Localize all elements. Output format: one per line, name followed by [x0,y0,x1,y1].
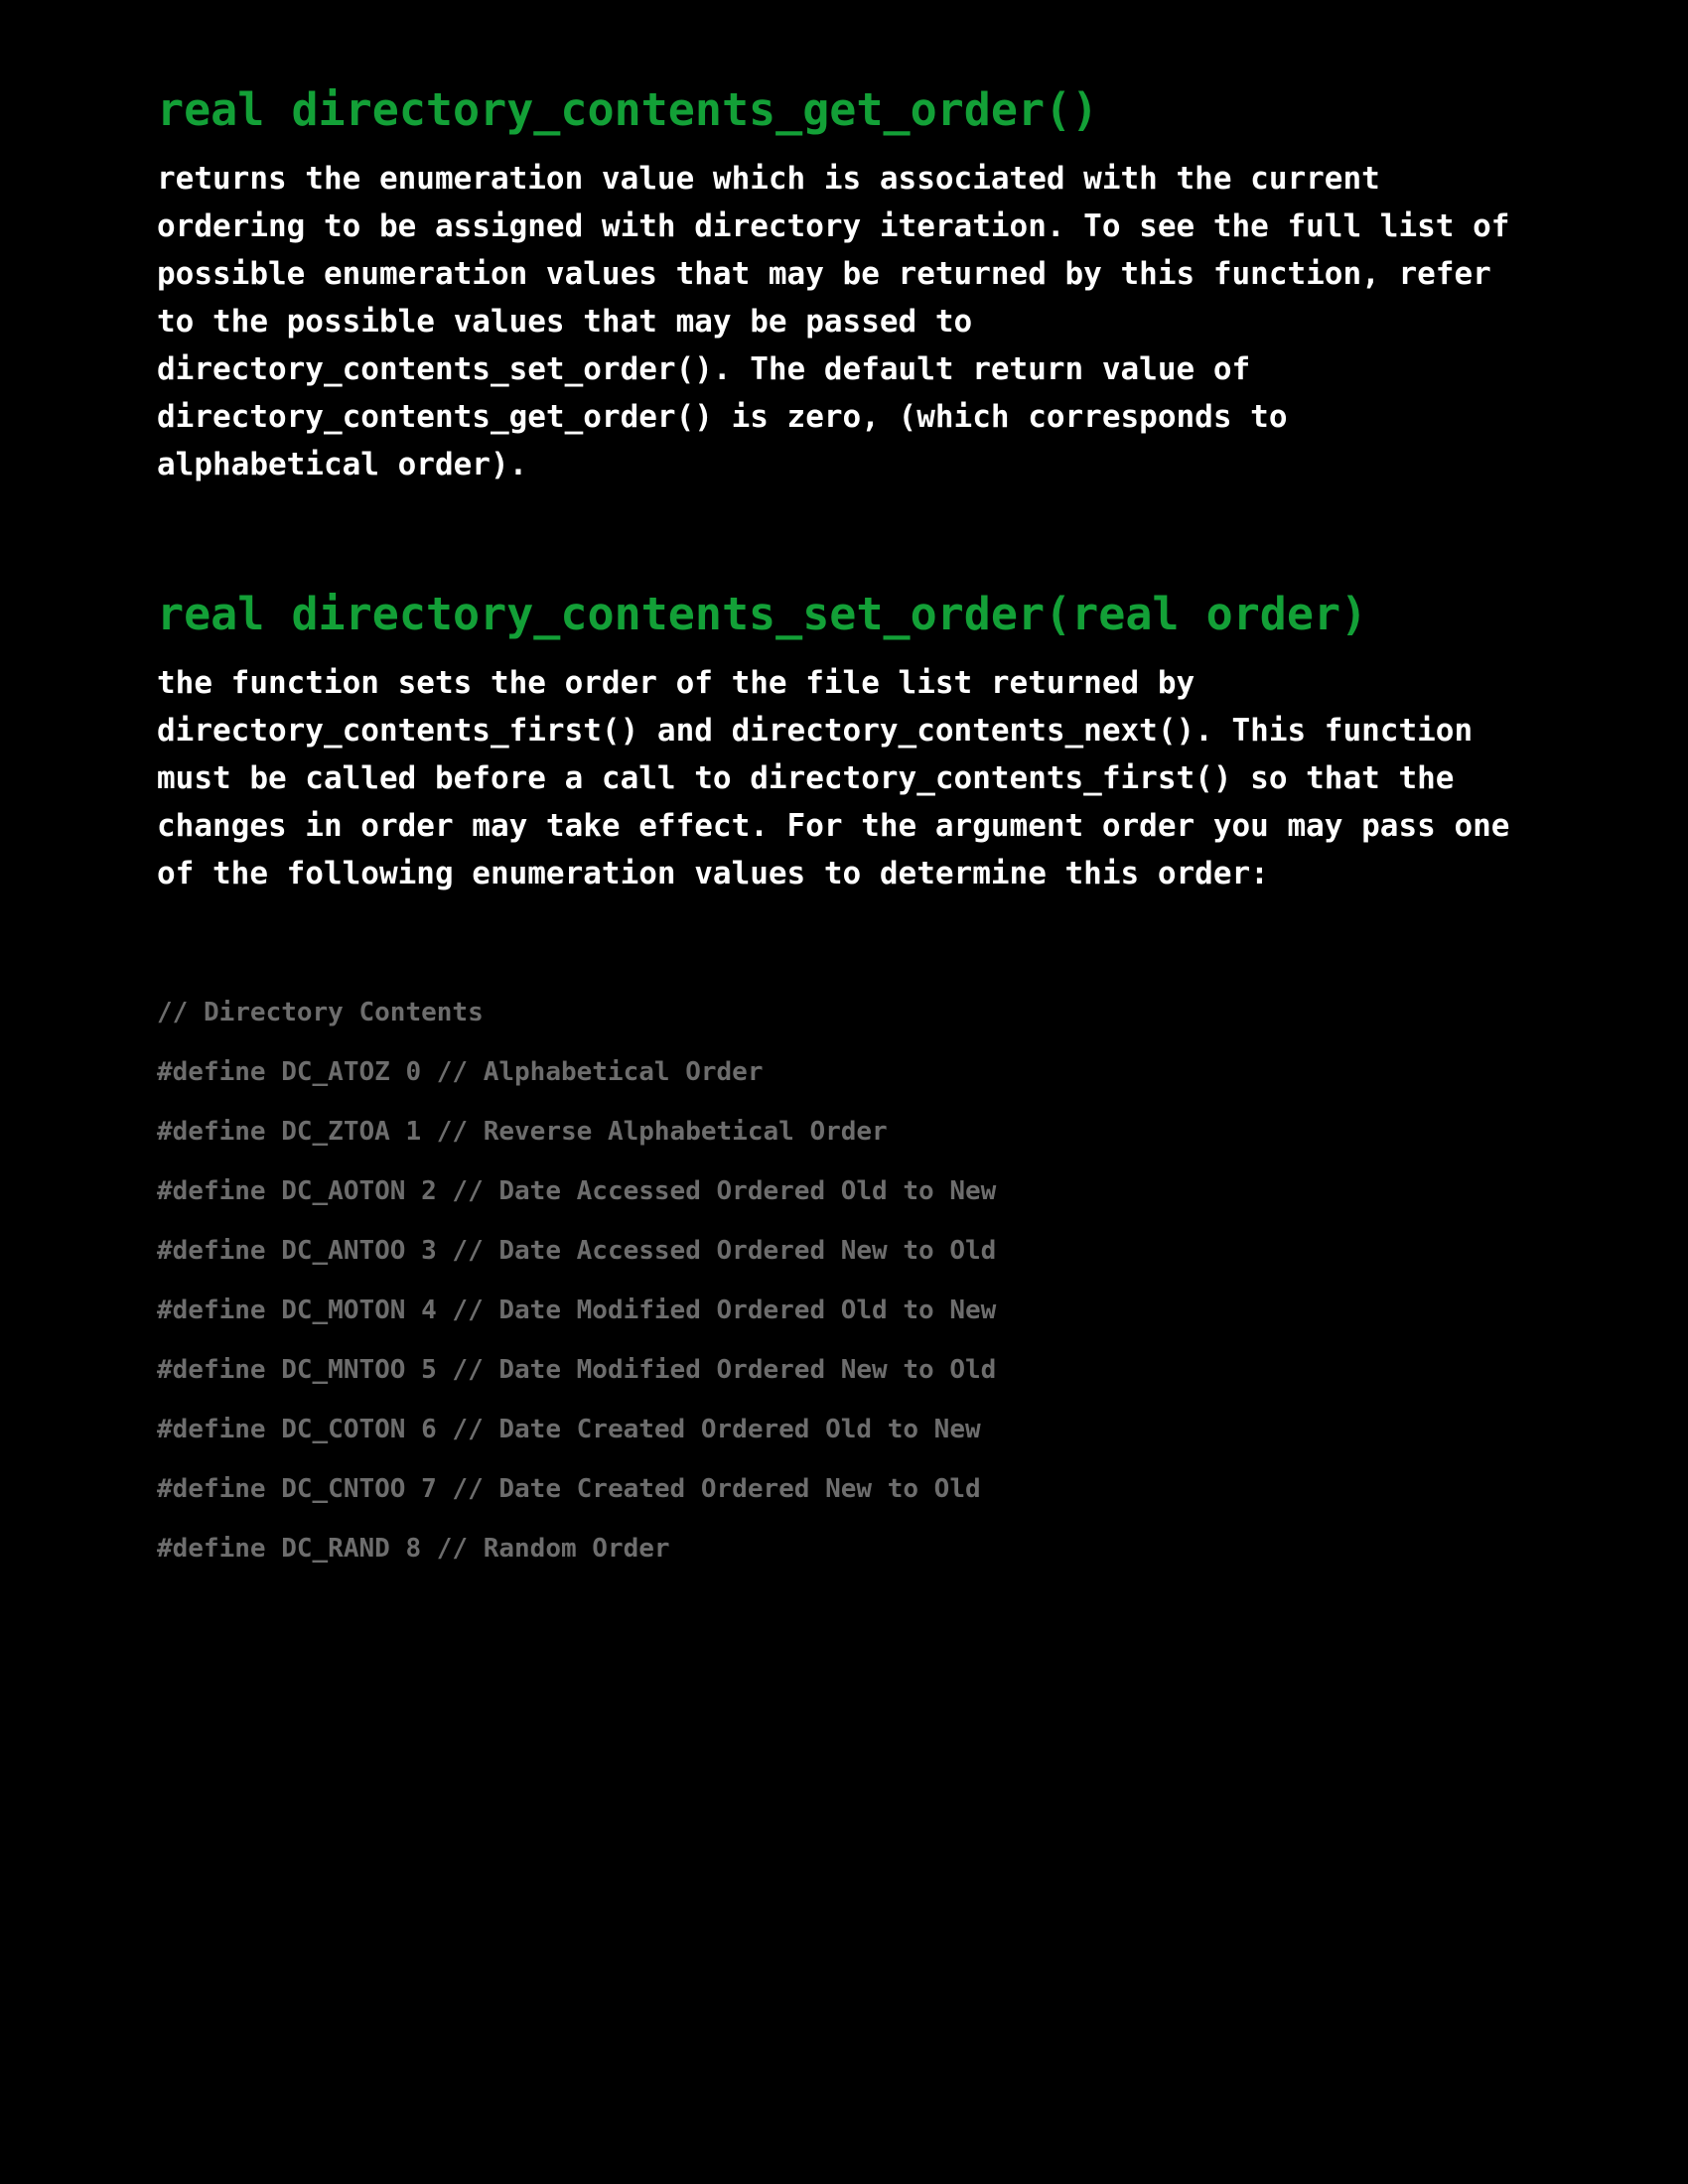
code-define-line: #define DC_CNTOO 7 // Date Created Order… [157,1474,981,1504]
code-define-line: #define DC_MOTON 4 // Date Modified Orde… [157,1296,997,1325]
code-define-line: #define DC_ANTOO 3 // Date Accessed Orde… [157,1236,997,1266]
code-define-line: #define DC_AOTON 2 // Date Accessed Orde… [157,1176,997,1206]
get-order-heading: real directory_contents_get_order() [157,83,1099,136]
code-define-line: #define DC_ZTOA 1 // Reverse Alphabetica… [157,1117,888,1147]
code-define-line: #define DC_MNTOO 5 // Date Modified Orde… [157,1355,997,1385]
document-page: real directory_contents_get_order() retu… [157,79,1646,1578]
set-order-section: real directory_contents_set_order(real o… [157,584,1646,897]
get-order-description: returns the enumeration value which is a… [157,161,1510,482]
set-order-description: the function sets the order of the file … [157,665,1510,891]
code-define-line: #define DC_COTON 6 // Date Created Order… [157,1415,981,1444]
set-order-heading: real directory_contents_set_order(real o… [157,588,1368,640]
code-define-line: #define DC_RAND 8 // Random Order [157,1534,670,1564]
get-order-section: real directory_contents_get_order() retu… [157,79,1646,488]
code-define-line: #define DC_ATOZ 0 // Alphabetical Order [157,1057,764,1087]
code-comment-line: // Directory Contents [157,998,484,1027]
code-block: // Directory Contents #define DC_ATOZ 0 … [157,983,1646,1578]
